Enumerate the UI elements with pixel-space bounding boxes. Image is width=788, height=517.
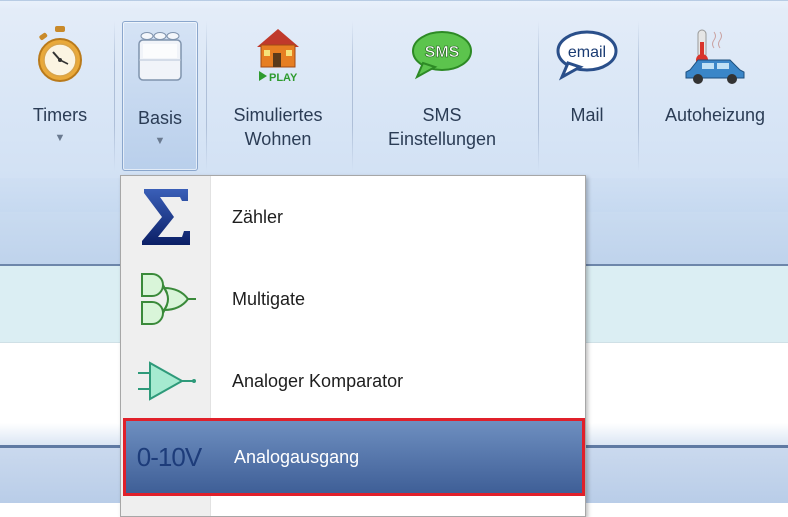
comparator-icon	[121, 359, 210, 403]
basis-button[interactable]: Basis ▼	[122, 21, 198, 171]
house-play-icon: PLAY	[243, 19, 313, 89]
stopwatch-icon	[35, 19, 85, 89]
simuliertes-wohnen-button[interactable]: PLAY Simuliertes Wohnen	[212, 19, 344, 171]
ribbon-separator	[114, 21, 115, 171]
timers-button[interactable]: Timers ▼	[10, 19, 110, 171]
basis-dropdown-menu: Zähler Multigate Analoger Komparator 0-1…	[120, 175, 586, 517]
heated-car-icon	[680, 19, 750, 89]
menu-item-label: Analogausgang	[234, 446, 360, 467]
sigma-icon	[121, 185, 210, 249]
svg-text:PLAY: PLAY	[269, 72, 298, 84]
timers-label: Timers	[32, 105, 88, 125]
menu-item-zaehler[interactable]: Zähler	[121, 176, 585, 258]
menu-item-label: Multigate	[232, 288, 306, 309]
basis-label: Basis	[137, 108, 182, 128]
menu-item-label: Zähler	[232, 206, 284, 227]
sms-einstellungen-button[interactable]: SMS SMS Einstellungen	[356, 19, 528, 171]
simuliertes-wohnen-label: Simuliertes Wohnen	[233, 105, 323, 149]
svg-text:email: email	[568, 44, 606, 61]
menu-item-label: Analoger Komparator	[232, 370, 404, 391]
sms-einstellungen-label: SMS Einstellungen	[387, 105, 497, 149]
ribbon-separator	[206, 21, 207, 171]
sms-bubble-icon: SMS	[409, 19, 475, 89]
chevron-down-icon: ▼	[154, 135, 166, 147]
logic-gates-icon	[121, 268, 210, 330]
svg-text:SMS: SMS	[425, 44, 460, 61]
email-bubble-icon: email	[554, 19, 620, 89]
menu-item-multigate[interactable]: Multigate	[121, 258, 585, 340]
autoheizung-label: Autoheizung	[664, 105, 766, 125]
menu-item-analogausgang[interactable]: 0-10V Analogausgang	[123, 418, 585, 496]
ribbon: Timers ▼ Basis ▼ PLAY Simuliertes Wohnen…	[0, 0, 788, 179]
ribbon-separator	[638, 21, 639, 171]
menu-item-analoger-komparator[interactable]: Analoger Komparator	[121, 340, 585, 422]
ribbon-separator	[538, 21, 539, 171]
mail-label: Mail	[570, 105, 604, 125]
mail-button[interactable]: email Mail	[542, 19, 632, 171]
autoheizung-button[interactable]: Autoheizung	[642, 19, 788, 171]
analog-output-icon: 0-10V	[136, 441, 202, 472]
chevron-down-icon: ▼	[54, 132, 66, 144]
building-blocks-icon	[133, 22, 187, 92]
ribbon-separator	[352, 21, 353, 171]
